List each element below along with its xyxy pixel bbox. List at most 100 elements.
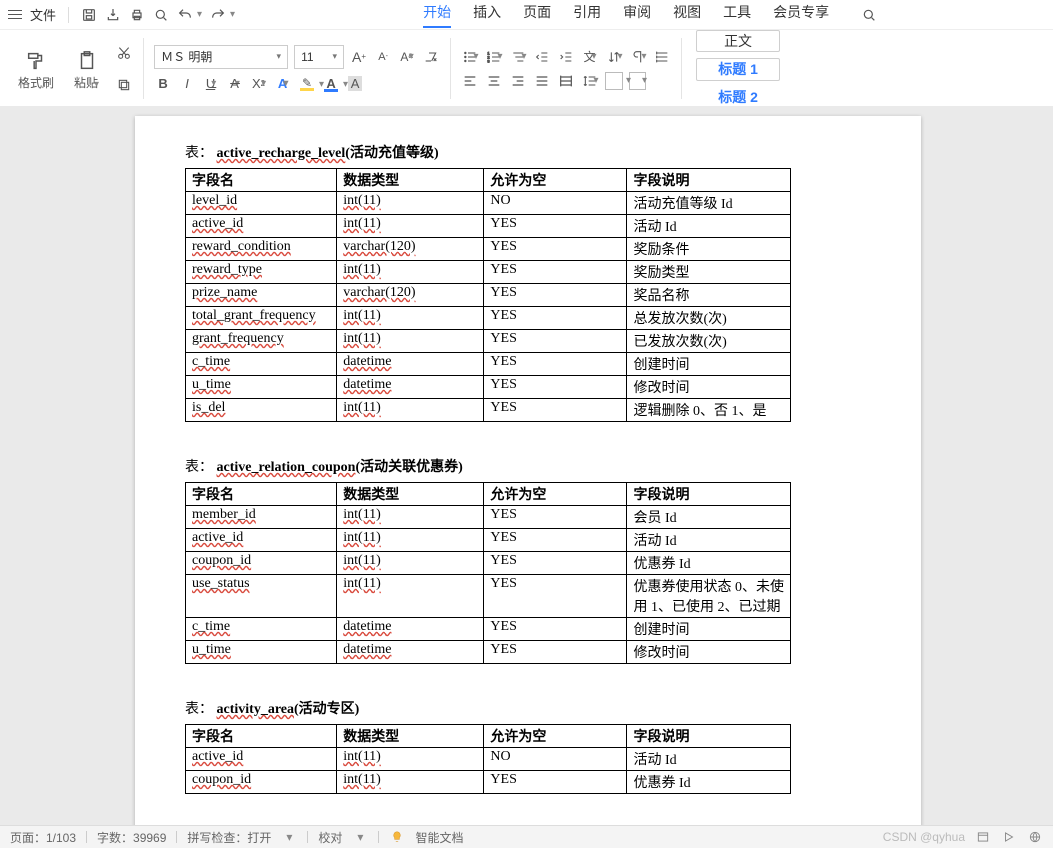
status-words[interactable]: 字数：39969 [97, 829, 166, 846]
align-left-icon[interactable] [461, 72, 479, 90]
font-name-select[interactable]: ＭＳ 明朝▾ [154, 45, 288, 69]
table-header: 字段说明 [627, 483, 791, 506]
font-size-value: 11 [301, 50, 313, 64]
tab-view[interactable]: 视图 [673, 2, 701, 28]
tab-home[interactable]: 开始 [423, 2, 451, 28]
asian-layout-icon[interactable]: 文▾ [581, 48, 599, 66]
table-row: total_grant_frequencyint(11)YES总发放次数(次) [186, 307, 791, 330]
numbering-icon[interactable]: 123▾ [485, 48, 503, 66]
document-area[interactable]: 表： active_recharge_level(活动充值等级)字段名数据类型允… [0, 106, 1053, 826]
paste-button[interactable]: 粘贴▾ [70, 46, 103, 91]
grow-font-icon[interactable]: A+ [350, 48, 368, 66]
tab-review[interactable]: 审阅 [623, 2, 651, 28]
show-marks-icon[interactable]: ▾ [629, 48, 647, 66]
tab-vip[interactable]: 会员专享 [773, 2, 829, 28]
strike-icon[interactable]: A▾ [226, 75, 244, 93]
table-header: 允许为空 [484, 483, 627, 506]
status-proof[interactable]: 校对 [318, 829, 342, 846]
change-case-icon[interactable]: Aᵃ▾ [398, 48, 416, 66]
style-normal[interactable]: 正文 [696, 30, 780, 52]
line-spacing-icon[interactable]: ▾ [581, 72, 599, 90]
font-color-icon[interactable]: A▾ [322, 75, 340, 93]
decrease-indent-icon[interactable] [533, 48, 551, 66]
table-row: member_idint(11)YES会员 Id [186, 506, 791, 529]
multilevel-icon[interactable]: ▾ [509, 48, 527, 66]
table-cell: YES [484, 529, 627, 552]
table-cell: 活动 Id [627, 215, 791, 238]
table-cell: 奖品名称 [627, 284, 791, 307]
align-center-icon[interactable] [485, 72, 503, 90]
table-cell: u_time [186, 376, 337, 399]
shrink-font-icon[interactable]: A- [374, 48, 392, 66]
tabs-icon[interactable] [653, 48, 671, 66]
table-cell: YES [484, 376, 627, 399]
layout-icon[interactable] [975, 829, 991, 845]
separator [68, 7, 69, 23]
bold-icon[interactable]: B [154, 75, 172, 93]
table-cell: coupon_id [186, 771, 337, 794]
print-icon[interactable] [129, 7, 145, 23]
underline-icon[interactable]: U▾ [202, 75, 220, 93]
table-cell: YES [484, 506, 627, 529]
text-effects-icon[interactable]: A▾ [274, 75, 292, 93]
char-shading-icon[interactable]: A [346, 75, 364, 93]
table-cell: varchar(120) [337, 238, 484, 261]
table-header: 数据类型 [337, 725, 484, 748]
search-icon[interactable] [861, 7, 877, 23]
tab-insert[interactable]: 插入 [473, 2, 501, 28]
format-painter-button[interactable]: 格式刷 [14, 46, 58, 91]
borders-icon[interactable]: ▾ [629, 72, 647, 90]
status-seg[interactable]: 智能文档 [415, 829, 463, 846]
hamburger-icon[interactable] [8, 9, 22, 21]
table-cell: YES [484, 399, 627, 422]
tab-tools[interactable]: 工具 [723, 2, 751, 28]
undo-icon[interactable] [177, 7, 193, 23]
redo-icon[interactable] [210, 7, 226, 23]
data-table: 字段名数据类型允许为空字段说明active_idint(11)NO活动 Idco… [185, 724, 791, 794]
svg-text:3: 3 [487, 58, 490, 63]
proof-dropdown-icon[interactable]: ▾ [352, 829, 368, 845]
table-caption: 表： activity_area(活动专区) [185, 698, 871, 718]
distribute-icon[interactable] [557, 72, 575, 90]
table-cell: YES [484, 307, 627, 330]
shading-icon[interactable]: ▾ [605, 72, 623, 90]
align-right-icon[interactable] [509, 72, 527, 90]
table-cell: NO [484, 748, 627, 771]
italic-icon[interactable]: I [178, 75, 196, 93]
copy-icon[interactable] [115, 76, 133, 94]
tab-page[interactable]: 页面 [523, 2, 551, 28]
save-icon[interactable] [81, 7, 97, 23]
status-spell[interactable]: 拼写检查：打开 [187, 829, 271, 846]
table-caption: 表： active_recharge_level(活动充值等级) [185, 142, 871, 162]
bullets-icon[interactable]: ▾ [461, 48, 479, 66]
spell-dropdown-icon[interactable]: ▾ [281, 829, 297, 845]
file-menu[interactable]: 文件 [30, 5, 56, 24]
style-heading2[interactable]: 标题 2 [697, 87, 779, 107]
web-icon[interactable] [1027, 829, 1043, 845]
table-row: active_idint(11)YES活动 Id [186, 529, 791, 552]
table-cell: grant_frequency [186, 330, 337, 353]
increase-indent-icon[interactable] [557, 48, 575, 66]
preview-icon[interactable] [153, 7, 169, 23]
table-header: 允许为空 [484, 725, 627, 748]
font-size-select[interactable]: 11▾ [294, 45, 344, 69]
sort-icon[interactable]: ▾ [605, 48, 623, 66]
highlight-color-icon[interactable]: ✎▾ [298, 75, 316, 93]
table-row: u_timedatetimeYES修改时间 [186, 376, 791, 399]
table-header: 字段名 [186, 483, 337, 506]
table-header: 数据类型 [337, 169, 484, 192]
redo-dropdown-icon[interactable]: ▾ [230, 9, 235, 20]
cut-icon[interactable] [115, 44, 133, 62]
table-cell: 修改时间 [627, 641, 791, 664]
superscript-icon[interactable]: X2▾ [250, 75, 268, 93]
align-justify-icon[interactable] [533, 72, 551, 90]
status-page[interactable]: 页面：1/103 [10, 829, 76, 846]
export-icon[interactable] [105, 7, 121, 23]
undo-dropdown-icon[interactable]: ▾ [197, 9, 202, 20]
view-icon[interactable] [1001, 829, 1017, 845]
table-row: c_timedatetimeYES创建时间 [186, 618, 791, 641]
table-cell: int(11) [337, 771, 484, 794]
clear-format-icon[interactable] [422, 48, 440, 66]
tab-ref[interactable]: 引用 [573, 2, 601, 28]
style-heading1[interactable]: 标题 1 [696, 58, 780, 80]
